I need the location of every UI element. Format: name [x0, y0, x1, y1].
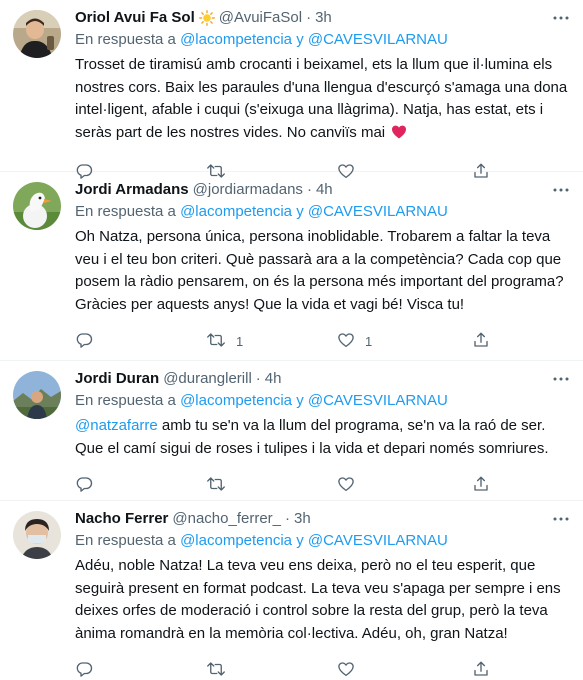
retweet-icon	[206, 331, 226, 352]
reply-to-link[interactable]: @lacompetencia y @CAVESVILARNAU	[180, 532, 448, 549]
reply-prefix: En respuesta a	[75, 532, 176, 549]
tweet-header: Jordi Armadans @jordiarmadans · 4h	[75, 180, 571, 200]
retweet-icon	[206, 660, 226, 680]
retweet-button[interactable]	[206, 468, 337, 502]
tweet-text: Trosset de tiramisú amb crocanti i beixa…	[75, 54, 571, 147]
reply-to-link[interactable]: @lacompetencia y @CAVESVILARNAU	[180, 203, 448, 220]
reply-context: En respuesta a @lacompetencia y @CAVESVI…	[75, 202, 571, 222]
share-icon	[472, 331, 490, 352]
retweet-button[interactable]: 1	[206, 324, 337, 358]
timestamp[interactable]: 4h	[316, 180, 333, 200]
tweet-header: Oriol Avui Fa Sol @AvuiFaSol · 3h	[75, 8, 571, 28]
tweet-body: Oh Natza, persona única, persona inoblid…	[75, 228, 564, 313]
avatar[interactable]	[13, 182, 61, 230]
reply-prefix: En respuesta a	[75, 31, 176, 48]
reply-button[interactable]	[75, 324, 206, 358]
tweet-text: @natzafarre amb tu se'n va la llum del p…	[75, 415, 571, 460]
reply-icon	[75, 660, 93, 680]
reply-button[interactable]	[75, 468, 206, 502]
tweet-actions	[75, 649, 571, 680]
reply-context: En respuesta a @lacompetencia y @CAVESVI…	[75, 391, 571, 411]
tweet-header: Nacho Ferrer @nacho_ferrer_ · 3h	[75, 509, 571, 529]
reply-icon	[75, 331, 93, 352]
reply-icon	[75, 475, 93, 496]
display-name[interactable]: Jordi Duran	[75, 369, 159, 389]
heart-emoji-icon	[391, 124, 407, 148]
separator-dot: ·	[285, 510, 290, 527]
avatar[interactable]	[13, 511, 61, 559]
tweet-text: Adéu, noble Natza! La teva veu ens deixa…	[75, 555, 571, 645]
share-icon	[472, 660, 490, 680]
tweet-feed: Oriol Avui Fa Sol @AvuiFaSol · 3h En res…	[0, 0, 583, 680]
timestamp[interactable]: 4h	[265, 369, 282, 389]
reply-to-link[interactable]: @lacompetencia y @CAVESVILARNAU	[180, 392, 448, 409]
user-handle[interactable]: @nacho_ferrer_	[172, 509, 281, 529]
avatar[interactable]	[13, 371, 61, 419]
reply-context: En respuesta a @lacompetencia y @CAVESVI…	[75, 531, 571, 551]
tweet[interactable]: Oriol Avui Fa Sol @AvuiFaSol · 3h En res…	[0, 0, 583, 179]
user-handle[interactable]: @jordiarmadans	[193, 180, 303, 200]
like-count: 1	[365, 333, 373, 349]
reply-prefix: En respuesta a	[75, 203, 176, 220]
more-icon[interactable]	[551, 369, 571, 389]
separator-dot: ·	[255, 370, 261, 387]
display-name[interactable]: Oriol Avui Fa Sol	[75, 8, 195, 28]
separator-dot: ·	[306, 9, 312, 26]
like-icon	[337, 660, 355, 680]
like-icon	[337, 475, 355, 496]
reply-prefix: En respuesta a	[75, 392, 176, 409]
tweet-body: Trosset de tiramisú amb crocanti i beixa…	[75, 56, 568, 141]
timestamp[interactable]: 3h	[294, 509, 311, 529]
reply-button[interactable]	[75, 653, 206, 680]
like-button[interactable]: 1	[337, 324, 472, 358]
share-button[interactable]	[472, 324, 512, 358]
tweet[interactable]: Nacho Ferrer @nacho_ferrer_ · 3h En resp…	[0, 501, 583, 680]
mention-link[interactable]: @natzafarre	[75, 417, 158, 434]
retweet-button[interactable]	[206, 653, 337, 680]
like-button[interactable]	[337, 653, 472, 680]
tweet-text: Oh Natza, persona única, persona inoblid…	[75, 226, 571, 316]
tweet-header: Jordi Duran @duranglerill · 4h	[75, 369, 571, 389]
reply-to-link[interactable]: @lacompetencia y @CAVESVILARNAU	[180, 31, 448, 48]
retweet-icon	[206, 475, 226, 496]
reply-context: En respuesta a @lacompetencia y @CAVESVI…	[75, 30, 571, 50]
tweet-body: Adéu, noble Natza! La teva veu ens deixa…	[75, 557, 561, 642]
tweet-actions: 1 1	[75, 320, 571, 362]
avatar[interactable]	[13, 10, 61, 58]
share-icon	[472, 475, 490, 496]
user-handle[interactable]: @duranglerill	[163, 369, 252, 389]
tweet-actions	[75, 464, 571, 506]
share-button[interactable]	[472, 468, 512, 502]
timestamp[interactable]: 3h	[315, 8, 332, 28]
tweet[interactable]: Jordi Armadans @jordiarmadans · 4h En re…	[0, 172, 583, 361]
display-name[interactable]: Nacho Ferrer	[75, 509, 168, 529]
like-button[interactable]	[337, 468, 472, 502]
more-icon[interactable]	[551, 8, 571, 28]
retweet-count: 1	[236, 333, 244, 349]
share-button[interactable]	[472, 653, 512, 680]
tweet[interactable]: Jordi Duran @duranglerill · 4h En respue…	[0, 361, 583, 501]
user-handle[interactable]: @AvuiFaSol	[219, 8, 302, 28]
like-icon	[337, 331, 355, 352]
separator-dot: ·	[306, 181, 312, 198]
more-icon[interactable]	[551, 180, 571, 200]
display-name[interactable]: Jordi Armadans	[75, 180, 189, 200]
sun-icon	[198, 10, 215, 26]
more-icon[interactable]	[551, 509, 571, 529]
